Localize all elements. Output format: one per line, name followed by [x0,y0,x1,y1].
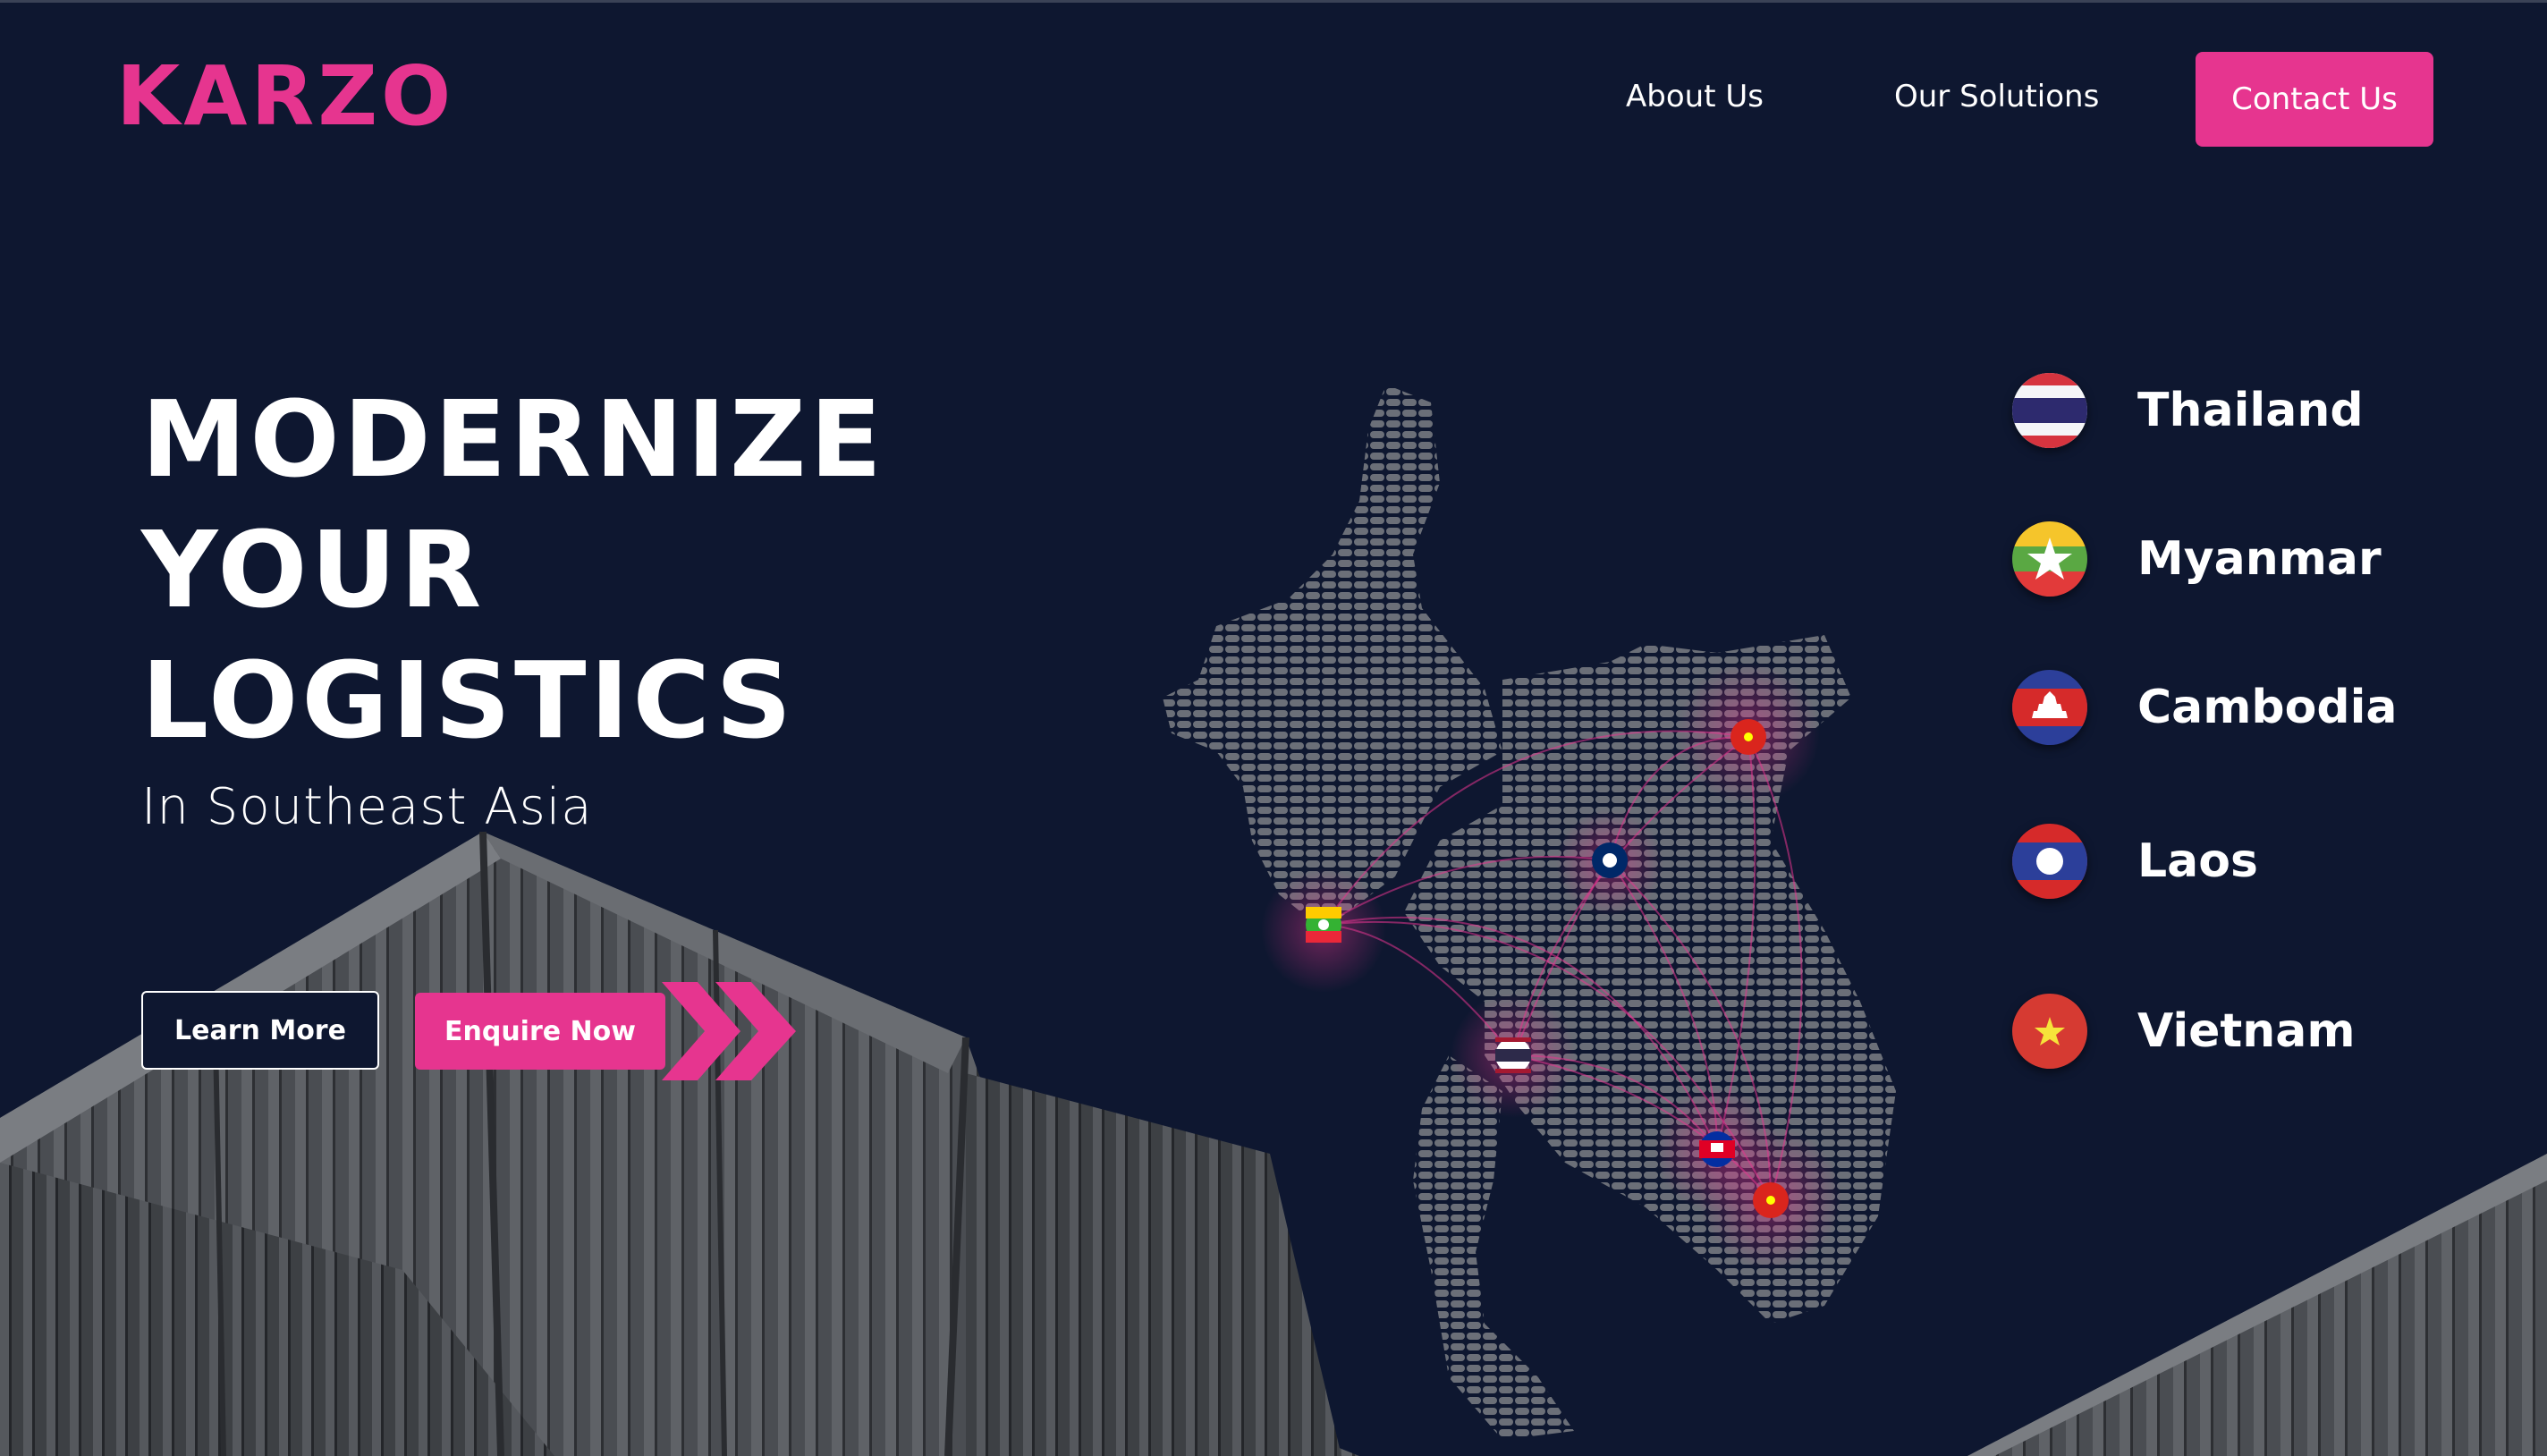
nav-our-solutions[interactable]: Our Solutions [1894,79,2099,114]
laos-flag-icon [2012,824,2087,899]
nav-about-us[interactable]: About Us [1626,79,1764,114]
country-item-myanmar[interactable]: Myanmar [2012,519,2459,599]
hero-title: MODERNIZE YOUR LOGISTICS [141,374,885,766]
myanmar-flag-icon [2012,521,2087,597]
country-name: Myanmar [2137,532,2382,586]
map-marker-cambodia [1699,1131,1735,1167]
country-name: Vietnam [2137,1004,2356,1058]
enquire-now-button[interactable]: Enquire Now [415,993,665,1070]
learn-more-button[interactable]: Learn More [141,991,379,1070]
hero-title-line: LOGISTICS [141,639,796,762]
vietnam-flag-icon [2012,994,2087,1069]
thailand-flag-icon [2012,373,2087,448]
hero-title-line: YOUR [141,508,486,631]
country-name: Laos [2137,834,2258,888]
karzo-logo[interactable]: KARZO [116,55,454,138]
cambodia-flag-icon [2012,670,2087,745]
southeast-asia-map [1163,385,1896,1440]
country-item-laos[interactable]: Laos [2012,821,2459,902]
map-marker-laos [1592,842,1628,878]
map-marker-myanmar [1306,907,1341,943]
map-marker-vietnam-south [1753,1182,1789,1218]
hero-title-line: MODERNIZE [141,377,885,501]
country-item-vietnam[interactable]: Vietnam [2012,991,2459,1071]
map-marker-thailand [1495,1037,1531,1073]
country-item-cambodia[interactable]: Cambodia [2012,667,2459,748]
country-item-thailand[interactable]: Thailand [2012,370,2459,451]
double-chevron-right-icon [662,982,796,1080]
hero-subtitle: In Southeast Asia [141,778,593,836]
contact-us-button[interactable]: Contact Us [2196,52,2433,147]
country-name: Thailand [2137,384,2364,437]
map-marker-vietnam-north [1730,719,1766,755]
country-name: Cambodia [2137,681,2398,734]
